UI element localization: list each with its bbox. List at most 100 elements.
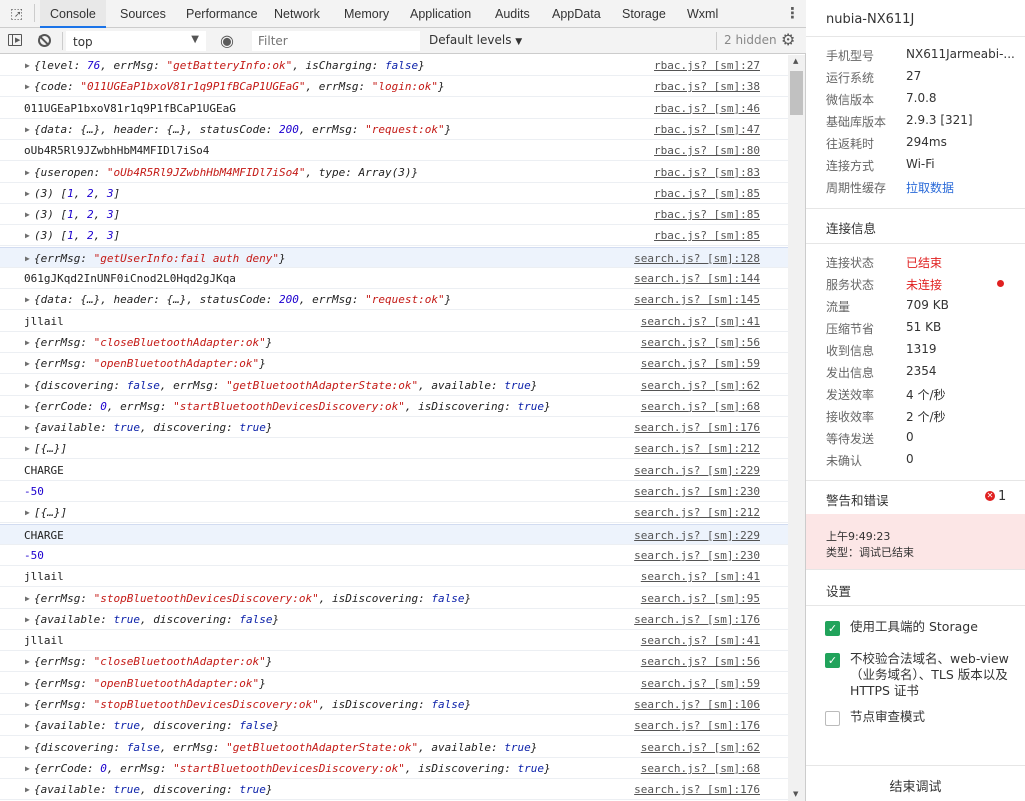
- tab-console[interactable]: Console: [40, 0, 106, 28]
- log-entry[interactable]: jllail search.js? [sm]:41: [0, 630, 788, 652]
- log-source-link[interactable]: search.js? [sm]:176: [634, 779, 760, 800]
- log-source-link[interactable]: rbac.js? [sm]:80: [654, 140, 760, 161]
- log-entry[interactable]: ▶ (3) [1, 2, 3] rbac.js? [sm]:85: [0, 204, 788, 226]
- expand-arrow-icon[interactable]: ▶: [25, 225, 30, 246]
- log-entry[interactable]: ▶ {errMsg: "stopBluetoothDevicesDiscovery…: [0, 588, 788, 609]
- log-source-link[interactable]: search.js? [sm]:106: [634, 694, 760, 715]
- hidden-count[interactable]: 2 hidden: [724, 33, 777, 47]
- more-vertical-icon[interactable]: ⋮: [785, 6, 800, 21]
- expand-arrow-icon[interactable]: ▶: [25, 694, 30, 715]
- tab-memory[interactable]: Memory: [334, 0, 399, 28]
- log-source-link[interactable]: rbac.js? [sm]:27: [654, 55, 760, 76]
- filter-input[interactable]: [252, 31, 420, 51]
- log-source-link[interactable]: rbac.js? [sm]:85: [654, 225, 760, 246]
- settings-gear-icon[interactable]: ⚙: [781, 32, 795, 48]
- console-scrollbar[interactable]: ▲ ▼: [788, 55, 805, 801]
- context-selector[interactable]: top ▼: [66, 31, 206, 51]
- expand-arrow-icon[interactable]: ▶: [25, 375, 30, 396]
- expand-arrow-icon[interactable]: ▶: [25, 353, 30, 374]
- expand-arrow-icon[interactable]: ▶: [25, 737, 30, 758]
- log-entry[interactable]: ▶ {useropen: "oUb4R5Rl9JZwbhHbM4MFIDl7iSo…: [0, 162, 788, 183]
- expand-arrow-icon[interactable]: ▶: [25, 502, 30, 523]
- log-source-link[interactable]: search.js? [sm]:95: [641, 588, 760, 609]
- log-entry[interactable]: ▶ {available: true, discovering: true} sea…: [0, 417, 788, 439]
- log-source-link[interactable]: search.js? [sm]:41: [641, 566, 760, 587]
- log-source-link[interactable]: search.js? [sm]:212: [634, 502, 760, 523]
- log-source-link[interactable]: search.js? [sm]:68: [641, 758, 760, 779]
- log-source-link[interactable]: search.js? [sm]:41: [641, 630, 760, 651]
- log-entry[interactable]: ▶ (3) [1, 2, 3] rbac.js? [sm]:85: [0, 225, 788, 247]
- expand-arrow-icon[interactable]: ▶: [25, 204, 30, 225]
- default-levels-dropdown[interactable]: Default levels ▼: [429, 33, 522, 47]
- log-entry[interactable]: ▶ {level: 76, errMsg: "getBatteryInfo:ok"…: [0, 55, 788, 76]
- setting-label[interactable]: 不校验合法域名、web-view（业务域名）、TLS 版本以及 HTTPS 证书: [850, 651, 1015, 699]
- log-entry[interactable]: -50 search.js? [sm]:230: [0, 545, 788, 566]
- log-source-link[interactable]: rbac.js? [sm]:47: [654, 119, 760, 140]
- log-source-link[interactable]: search.js? [sm]:59: [641, 353, 760, 374]
- expand-arrow-icon[interactable]: ▶: [25, 673, 30, 694]
- log-entry[interactable]: ▶ {errMsg: "closeBluetoothAdapter:ok"} sea…: [0, 651, 788, 673]
- log-entry[interactable]: ▶ {data: {…}, header: {…}, statusCode: 20…: [0, 289, 788, 311]
- tab-network[interactable]: Network: [264, 0, 330, 28]
- scroll-up-icon[interactable]: ▲: [793, 58, 798, 65]
- expand-arrow-icon[interactable]: ▶: [25, 396, 30, 417]
- tab-storage[interactable]: Storage: [612, 0, 676, 28]
- setting-checkbox[interactable]: [825, 711, 840, 726]
- log-entry[interactable]: jllail search.js? [sm]:41: [0, 311, 788, 332]
- log-entry[interactable]: oUb4R5Rl9JZwbhHbM4MFIDl7iSo4 rbac.js? [sm…: [0, 140, 788, 162]
- log-entry[interactable]: ▶ {errCode: 0, errMsg: "startBluetoothDev…: [0, 396, 788, 417]
- expand-arrow-icon[interactable]: ▶: [25, 588, 30, 609]
- setting-label[interactable]: 节点审查模式: [850, 709, 1015, 725]
- expand-arrow-icon[interactable]: ▶: [25, 779, 30, 800]
- expand-arrow-icon[interactable]: ▶: [25, 119, 30, 140]
- log-source-link[interactable]: rbac.js? [sm]:46: [654, 98, 760, 119]
- log-entry[interactable]: ▶ [{…}] search.js? [sm]:212: [0, 438, 788, 460]
- expand-arrow-icon[interactable]: ▶: [25, 162, 30, 183]
- log-source-link[interactable]: search.js? [sm]:68: [641, 396, 760, 417]
- log-source-link[interactable]: search.js? [sm]:56: [641, 332, 760, 353]
- expand-arrow-icon[interactable]: ▶: [25, 758, 30, 779]
- log-source-link[interactable]: search.js? [sm]:41: [641, 311, 760, 332]
- sidebar-toggle-icon[interactable]: ▶: [8, 34, 22, 46]
- expand-arrow-icon[interactable]: ▶: [25, 332, 30, 353]
- expand-arrow-icon[interactable]: ▶: [25, 76, 30, 97]
- tab-appdata[interactable]: AppData: [542, 0, 611, 28]
- expand-arrow-icon[interactable]: ▶: [25, 55, 30, 76]
- log-entry[interactable]: jllail search.js? [sm]:41: [0, 566, 788, 588]
- log-source-link[interactable]: search.js? [sm]:62: [641, 375, 760, 396]
- tab-sources[interactable]: Sources: [110, 0, 176, 28]
- log-entry[interactable]: ▶ (3) [1, 2, 3] rbac.js? [sm]:85: [0, 183, 788, 204]
- log-source-link[interactable]: search.js? [sm]:176: [634, 417, 760, 438]
- log-entry[interactable]: CHARGE search.js? [sm]:229: [0, 523, 788, 545]
- log-entry[interactable]: 061gJKqd2InUNF0iCnod2L0Hqd2gJKqa search.j…: [0, 268, 788, 289]
- expand-arrow-icon[interactable]: ▶: [25, 248, 30, 269]
- expand-arrow-icon[interactable]: ▶: [25, 715, 30, 736]
- eye-icon[interactable]: ◉: [220, 33, 234, 49]
- tab-application[interactable]: Application: [400, 0, 481, 28]
- log-entry[interactable]: ▶ {errMsg: "stopBluetoothDevicesDiscovery…: [0, 694, 788, 715]
- log-entry[interactable]: ▶ {discovering: false, errMsg: "getBlueto…: [0, 737, 788, 758]
- log-source-link[interactable]: rbac.js? [sm]:38: [654, 76, 760, 97]
- log-source-link[interactable]: search.js? [sm]:229: [634, 460, 760, 481]
- log-entry[interactable]: CHARGE search.js? [sm]:229: [0, 460, 788, 481]
- expand-arrow-icon[interactable]: ▶: [25, 417, 30, 438]
- log-entry[interactable]: ▶ [{…}] search.js? [sm]:212: [0, 502, 788, 524]
- log-source-link[interactable]: search.js? [sm]:212: [634, 438, 760, 459]
- tab-wxml[interactable]: Wxml: [677, 0, 728, 28]
- log-source-link[interactable]: search.js? [sm]:144: [634, 268, 760, 289]
- log-entry[interactable]: ▶ {data: {…}, header: {…}, statusCode: 20…: [0, 119, 788, 140]
- scroll-down-icon[interactable]: ▼: [793, 791, 798, 798]
- log-source-link[interactable]: search.js? [sm]:56: [641, 651, 760, 672]
- log-entry[interactable]: ▶ {errMsg: "openBluetoothAdapter:ok"} sear…: [0, 673, 788, 694]
- scrollbar-thumb[interactable]: [790, 71, 803, 115]
- setting-checkbox[interactable]: ✓: [825, 653, 840, 668]
- log-entry[interactable]: ▶ {discovering: false, errMsg: "getBlueto…: [0, 375, 788, 396]
- log-entry[interactable]: 011UGEaP1bxoV81r1q9P1fBCaP1UGEaG rbac.js?…: [0, 98, 788, 119]
- log-source-link[interactable]: search.js? [sm]:59: [641, 673, 760, 694]
- log-entry[interactable]: ▶ {errMsg: "getUserInfo:fail auth deny"} s…: [0, 246, 788, 269]
- log-source-link[interactable]: search.js? [sm]:176: [634, 609, 760, 630]
- setting-checkbox[interactable]: ✓: [825, 621, 840, 636]
- log-source-link[interactable]: search.js? [sm]:62: [641, 737, 760, 758]
- expand-arrow-icon[interactable]: ▶: [25, 438, 30, 459]
- expand-arrow-icon[interactable]: ▶: [25, 609, 30, 630]
